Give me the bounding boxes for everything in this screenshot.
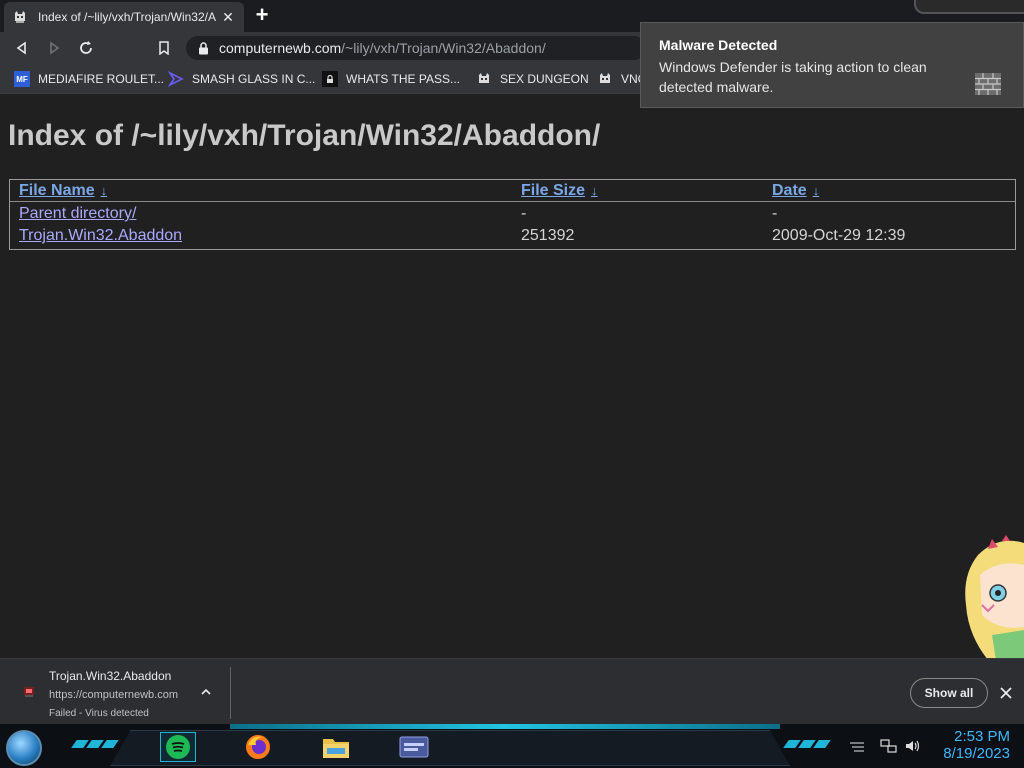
- bookmark-sex-dungeon[interactable]: SEX DUNGEON: [476, 70, 589, 88]
- close-tab-icon[interactable]: ✕: [220, 9, 236, 26]
- column-file-size[interactable]: File Size ↓: [521, 182, 598, 200]
- screen: Index of /~lily/vxh/Trojan/Win32/A ✕ + c…: [0, 0, 1024, 768]
- bookmark-icon[interactable]: [154, 38, 174, 58]
- taskbar-clock[interactable]: 2:53 PM 8/19/2023: [932, 728, 1010, 762]
- bookmark-vnc[interactable]: VNC: [597, 70, 646, 88]
- firefox-icon[interactable]: [240, 732, 276, 762]
- volume-icon[interactable]: [904, 738, 922, 754]
- close-icon[interactable]: [998, 685, 1014, 701]
- file-size: -: [521, 205, 527, 222]
- download-bar: Trojan.Win32.Abaddon https://computernew…: [0, 658, 1024, 724]
- mediafire-icon: MF: [14, 71, 30, 87]
- taskbar: 2:53 PM 8/19/2023: [0, 724, 1024, 768]
- download-status: Failed - Virus detected: [49, 708, 149, 719]
- taskbar-frame: [110, 730, 790, 766]
- page-title: Index of /~lily/vxh/Trojan/Win32/Abaddon…: [8, 119, 601, 152]
- column-date[interactable]: Date ↓: [772, 182, 819, 200]
- back-icon[interactable]: [12, 38, 32, 58]
- chevron-decoration-icon: [71, 740, 119, 750]
- table-row: Trojan.Win32.Abaddon 251392 2009-Oct-29 …: [10, 225, 1015, 247]
- tab-title: Index of /~lily/vxh/Trojan/Win32/A: [38, 10, 216, 24]
- tabby-cat-icon: [597, 71, 613, 87]
- file-date: -: [772, 205, 778, 222]
- bookmark-smash-glass[interactable]: SMASH GLASS IN C...: [168, 70, 315, 88]
- start-button[interactable]: [6, 730, 42, 766]
- table-header: File Name ↓ File Size ↓ Date ↓: [10, 180, 1015, 202]
- file-size: 251392: [521, 227, 575, 244]
- page-content: Index of /~lily/vxh/Trojan/Win32/Abaddon…: [0, 95, 1024, 658]
- forward-icon[interactable]: [44, 38, 64, 58]
- reload-icon[interactable]: [76, 38, 96, 58]
- tabby-cat-icon: [476, 71, 492, 87]
- download-filename[interactable]: Trojan.Win32.Abaddon: [49, 669, 171, 683]
- file-link[interactable]: Trojan.Win32.Abaddon: [19, 227, 182, 245]
- show-all-button[interactable]: Show all: [910, 678, 988, 708]
- column-file-name[interactable]: File Name ↓: [19, 182, 107, 200]
- browser-tab[interactable]: Index of /~lily/vxh/Trojan/Win32/A ✕: [4, 2, 244, 32]
- file-date: 2009-Oct-29 12:39: [772, 227, 906, 244]
- table-row: Parent directory/ - -: [10, 203, 1015, 225]
- cartoon-character-image: [958, 535, 1024, 660]
- window-frame-decoration: [914, 0, 1024, 14]
- file-explorer-icon[interactable]: [318, 732, 354, 762]
- brick-wall-icon: [975, 73, 1001, 95]
- file-listing-table: File Name ↓ File Size ↓ Date ↓ Parent direc…: [9, 179, 1016, 250]
- divider: [230, 667, 231, 719]
- address-bar[interactable]: computernewb.com/~lily/vxh/Trojan/Win32/…: [186, 36, 646, 60]
- download-source: https://computernewb.com: [49, 689, 179, 701]
- new-tab-button[interactable]: +: [250, 4, 274, 28]
- download-file-icon: [20, 683, 38, 701]
- parent-directory-link[interactable]: Parent directory/: [19, 205, 136, 223]
- tabby-cat-icon: [12, 9, 28, 25]
- clock-time: 2:53 PM: [954, 728, 1010, 745]
- url-path: /~lily/vxh/Trojan/Win32/Abaddon/: [341, 40, 546, 56]
- lock-icon: [198, 41, 209, 55]
- clock-date: 8/19/2023: [943, 745, 1010, 762]
- chevron-icon: [168, 71, 184, 87]
- notification-body: Windows Defender is taking action to cle…: [659, 59, 927, 95]
- chevron-up-icon[interactable]: [199, 685, 213, 699]
- url-host: computernewb.com: [219, 40, 342, 56]
- notification-title: Malware Detected: [659, 37, 778, 53]
- malware-notification[interactable]: Malware Detected Windows Defender is tak…: [640, 22, 1024, 108]
- taskbar-glow: [230, 724, 780, 729]
- window-app-icon[interactable]: [396, 732, 432, 762]
- bookmark-mediafire[interactable]: MF MEDIAFIRE ROULET...: [14, 70, 164, 88]
- spotify-icon[interactable]: [160, 732, 196, 762]
- network-icon[interactable]: [880, 738, 898, 754]
- bookmark-whats-the-pass[interactable]: WHATS THE PASS...: [322, 70, 460, 88]
- action-center-icon[interactable]: [848, 738, 866, 754]
- chevron-decoration-icon: [783, 740, 831, 750]
- lock-icon: [322, 71, 338, 87]
